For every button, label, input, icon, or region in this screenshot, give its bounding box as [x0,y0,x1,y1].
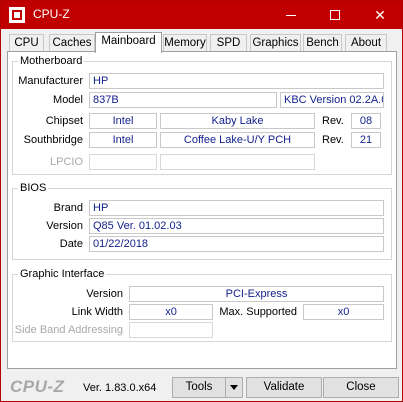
minimize-icon [286,15,296,16]
window-title: CPU-Z [33,7,70,21]
southbridge-rev-label: Rev. [322,134,344,146]
bios-version-label: Version [46,220,83,232]
maximize-button[interactable] [313,1,357,29]
lpcio-vendor-field[interactable] [89,154,157,170]
gi-version-field[interactable]: PCI-Express [129,286,384,302]
tab-graphics[interactable]: Graphics [250,34,301,52]
model-label: Model [53,94,83,106]
chipset-label: Chipset [45,115,83,127]
graphic-interface-group: Graphic Interface Version PCI-Express Li… [12,268,392,342]
validate-button[interactable]: Validate [246,377,322,398]
bios-brand-label: Brand [53,202,83,214]
model-field[interactable]: 837B [89,92,277,108]
bios-group-title: BIOS [18,182,49,194]
footer-bar: CPU-Z Ver. 1.83.0.x64 Tools Validate Clo… [1,373,402,401]
tab-cpu[interactable]: CPU [9,34,44,52]
close-button[interactable]: Close [323,377,399,398]
close-icon: ✕ [374,7,386,23]
chipset-rev-label: Rev. [322,115,344,127]
southbridge-rev-field[interactable]: 21 [351,132,381,148]
side-band-label: Side Band Addressing [14,324,123,336]
version-text: Ver. 1.83.0.x64 [83,382,157,394]
tab-about[interactable]: About [345,34,387,52]
side-band-field[interactable] [129,322,213,338]
minimize-button[interactable] [269,1,313,29]
manufacturer-label: Manufacturer [18,75,83,87]
close-window-button[interactable]: ✕ [358,1,402,29]
tab-bench[interactable]: Bench [303,34,342,52]
bios-date-label: Date [59,238,83,250]
lpcio-name-field[interactable] [160,154,315,170]
bios-group: BIOS Brand HP Version Q85 Ver. 01.02.03 … [12,182,392,260]
max-supported-label: Max. Supported [219,306,297,318]
max-supported-field[interactable]: x0 [303,304,384,320]
tab-spd[interactable]: SPD [210,34,247,52]
southbridge-label: Southbridge [23,134,83,146]
tools-dropdown-button[interactable] [225,377,243,398]
chipset-rev-field[interactable]: 08 [351,113,381,129]
southbridge-vendor-field[interactable]: Intel [89,132,157,148]
tools-button[interactable]: Tools [172,377,226,398]
cpu-z-window: CPU-Z ✕ CPU Caches Mainboard Memory SPD … [0,0,403,402]
motherboard-group: Motherboard Manufacturer HP Model 837B K… [12,55,392,175]
bios-date-field[interactable]: 01/22/2018 [89,236,384,252]
link-width-field[interactable]: x0 [129,304,213,320]
manufacturer-field[interactable]: HP [89,73,384,89]
graphic-interface-group-title: Graphic Interface [18,268,107,280]
cpu-z-app-icon[interactable] [9,7,25,23]
mainboard-panel: Motherboard Manufacturer HP Model 837B K… [7,51,397,369]
tab-memory[interactable]: Memory [163,34,207,52]
chipset-vendor-field[interactable]: Intel [89,113,157,129]
link-width-label: Link Width [71,306,123,318]
bios-brand-field[interactable]: HP [89,200,384,216]
cpu-z-logo: CPU-Z [10,377,65,396]
tab-bar: CPU Caches Mainboard Memory SPD Graphics… [7,32,397,53]
bios-version-field[interactable]: Q85 Ver. 01.02.03 [89,218,384,234]
chipset-name-field[interactable]: Kaby Lake [160,113,315,129]
maximize-icon [330,10,340,20]
motherboard-group-title: Motherboard [18,55,85,67]
gi-version-label: Version [86,288,123,300]
southbridge-name-field[interactable]: Coffee Lake-U/Y PCH [160,132,315,148]
dropdown-arrow-icon [230,385,238,390]
title-bar[interactable]: CPU-Z ✕ [1,1,402,29]
tab-caches[interactable]: Caches [49,34,95,52]
tab-mainboard[interactable]: Mainboard [95,32,162,53]
model-version-field[interactable]: KBC Version 02.2A.00 [280,92,384,108]
lpcio-label: LPCIO [49,156,83,168]
